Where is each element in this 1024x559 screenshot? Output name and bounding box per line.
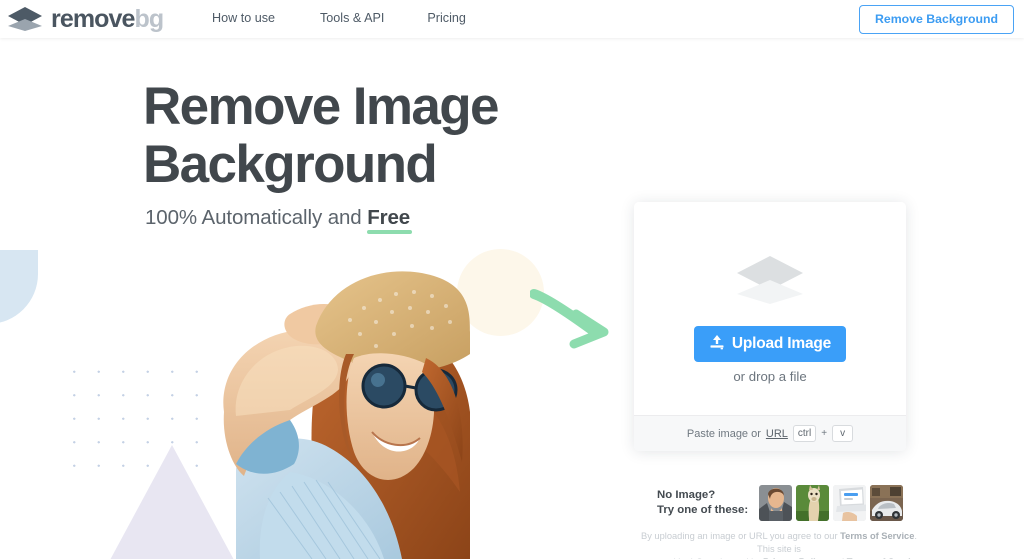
upload-card[interactable]: Upload Image or drop a file Paste image … (634, 202, 906, 451)
layers-icon (6, 6, 44, 32)
key-plus: + (821, 428, 828, 439)
sample-images-label: No Image? Try one of these: (657, 489, 749, 516)
main-nav: How to use Tools & API Pricing (212, 11, 466, 25)
terms-of-service-link-1[interactable]: Terms of Service (840, 531, 914, 541)
key-v: v (832, 425, 854, 442)
sample-thumbnails (759, 485, 904, 521)
decor-blue-arc (0, 250, 38, 324)
page-root: removebg How to use Tools & API Pricing … (0, 0, 1024, 559)
nav-item-tools-api[interactable]: Tools & API (320, 11, 384, 25)
paste-url-link[interactable]: URL (766, 428, 788, 440)
key-ctrl: ctrl (792, 425, 817, 442)
hero-subtitle-prefix: 100% Automatically and (145, 206, 368, 229)
upload-image-button-label: Upload Image (731, 335, 832, 352)
layers-icon (734, 254, 806, 311)
logo[interactable]: removebg (6, 3, 165, 35)
hero-photo (140, 262, 470, 559)
drop-file-text: or drop a file (733, 369, 807, 384)
remove-background-button[interactable]: Remove Background (859, 5, 1014, 34)
curved-arrow-icon (529, 288, 612, 355)
paste-label: Paste image or (686, 427, 761, 440)
logo-text-secondary: bg (134, 4, 165, 33)
logo-text-primary: remove (51, 4, 135, 33)
sample-thumb-woman-portrait[interactable] (759, 485, 793, 521)
nav-item-pricing[interactable]: Pricing (427, 11, 466, 25)
decor-cream-circle (457, 249, 544, 336)
sample-images-section: No Image? Try one of these: (657, 485, 904, 521)
hero-subtitle-highlight: Free (367, 206, 413, 234)
upload-dropzone[interactable]: Upload Image or drop a file (634, 202, 906, 415)
sample-thumb-laptop-desk[interactable] (833, 485, 867, 521)
upload-image-button[interactable]: Upload Image (694, 326, 846, 362)
nav-item-how-to-use[interactable]: How to use (212, 11, 275, 25)
upload-icon (709, 334, 725, 355)
hero-text-block: Remove Image Background 100% Automatical… (143, 77, 500, 234)
legal-disclaimer: By uploading an image or URL you agree t… (634, 530, 924, 559)
sample-thumb-alpaca[interactable] (796, 485, 830, 521)
paste-bar: Paste image or URL ctrl + v (634, 415, 906, 451)
site-header: removebg How to use Tools & API Pricing … (0, 0, 1024, 38)
legal-line1-a: By uploading an image or URL you agree t… (641, 531, 841, 541)
hero-subtitle: 100% Automatically and Free (145, 206, 498, 234)
sample-thumb-car[interactable] (870, 485, 904, 521)
page-title: Remove Image Background (143, 77, 500, 194)
